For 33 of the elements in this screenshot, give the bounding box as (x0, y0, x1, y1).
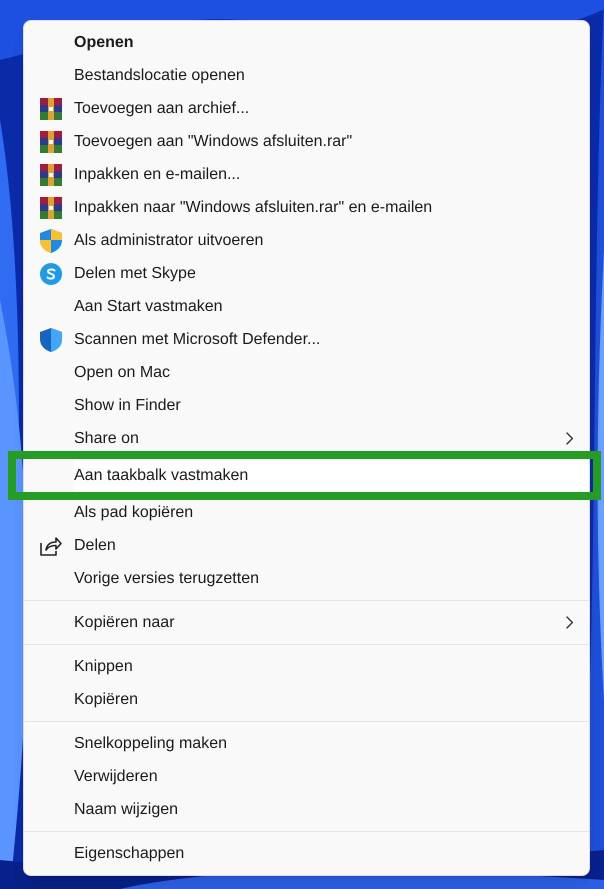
archive-books-icon (40, 196, 62, 218)
menu-item[interactable]: Share on (74, 422, 589, 455)
menu-item[interactable]: Kopiëren (74, 683, 589, 716)
menu-item[interactable]: Eigenschappen (74, 837, 589, 870)
shield-icon (40, 228, 62, 252)
menu-item[interactable]: Als pad kopiëren (74, 496, 589, 529)
archive-books-icon (40, 98, 62, 120)
menu-item[interactable]: Inpakken en e-mailen... (74, 158, 589, 191)
chevron-right-icon (566, 432, 573, 445)
archive-books-icon (40, 164, 62, 186)
menu-item[interactable]: Aan Start vastmaken (74, 290, 589, 323)
skype-icon (40, 262, 62, 284)
menu-item[interactable]: Open on Mac (74, 356, 589, 389)
chevron-right-icon (566, 616, 573, 629)
menu-item[interactable]: Toevoegen aan archief... (74, 92, 589, 125)
menu-item[interactable]: Als administrator uitvoeren (74, 224, 589, 257)
menu-item[interactable]: Bestandslocatie openen (74, 59, 589, 92)
menu-item[interactable]: Snelkoppeling maken (74, 727, 589, 760)
share-icon (40, 536, 62, 556)
menu-item[interactable]: Aan taakbalk vastmaken (74, 459, 589, 492)
menu-item[interactable]: Naam wijzigen (74, 793, 589, 826)
archive-books-icon (40, 130, 62, 152)
menu-item[interactable]: Scannen met Microsoft Defender... (74, 323, 589, 356)
shield-icon (40, 328, 62, 352)
menu-item[interactable]: Delen (74, 529, 589, 562)
menu-item[interactable]: Knippen (74, 650, 589, 683)
menu-item[interactable]: Vorige versies terugzetten (74, 562, 589, 595)
menu-item[interactable]: Inpakken naar "Windows afsluiten.rar" en e-mailen (74, 191, 589, 224)
menu-item[interactable]: Delen met Skype (74, 257, 589, 290)
menu-item[interactable]: Show in Finder (74, 389, 589, 422)
menu-item[interactable]: Verwijderen (74, 760, 589, 793)
menu-item[interactable]: Toevoegen aan "Windows afsluiten.rar" (74, 125, 589, 158)
menu-item[interactable]: Kopiëren naar (74, 606, 589, 639)
